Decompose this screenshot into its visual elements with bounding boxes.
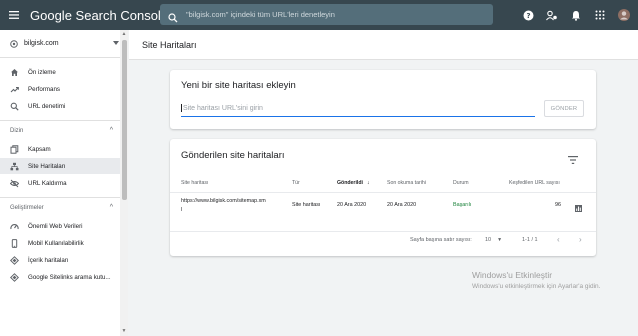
- column-header-status[interactable]: Durum: [453, 180, 469, 186]
- notifications-icon[interactable]: [570, 9, 582, 21]
- sitemap-url-cell: https://www.bilgisk.com/sitemap.xm: [181, 198, 266, 204]
- watermark-line2: Windows'u etkinleştirmek için Ayarlar'a …: [472, 283, 601, 290]
- sidebar-item-label: Mobil Kullanılabilirlik: [28, 239, 84, 247]
- bar-chart-icon[interactable]: [575, 205, 582, 212]
- column-header-submitted[interactable]: Gönderildi ↓: [337, 180, 370, 186]
- search-box[interactable]: "bilgisk.com" içindeki tüm URL'leri dene…: [160, 4, 493, 25]
- property-selector[interactable]: bilgisk.com: [0, 30, 127, 58]
- next-page-icon[interactable]: ›: [579, 235, 582, 244]
- add-sitemap-card: Yeni bir site haritası ekleyin Site hari…: [170, 70, 596, 129]
- sidebar-item-removals[interactable]: URL Kaldırma: [0, 175, 127, 191]
- hamburger-menu-icon[interactable]: [0, 0, 28, 30]
- section-index[interactable]: Dizin ^: [0, 120, 127, 140]
- sidebar-item-label: İçerik haritaları: [28, 256, 69, 264]
- column-header-submitted-label: Gönderildi: [337, 180, 363, 186]
- pagination-range: 1-1 / 1: [522, 237, 538, 243]
- apps-grid-icon[interactable]: [594, 9, 606, 21]
- app-title[interactable]: Google Search Console: [30, 8, 168, 23]
- submitted-sitemaps-card: Gönderilen site haritaları Site haritası…: [170, 139, 596, 256]
- sitemap-icon: [10, 162, 19, 171]
- section-label: Dizin: [10, 127, 24, 134]
- layers-icon: [10, 255, 19, 265]
- top-app-bar: Google Search Console "bilgisk.com" için…: [0, 0, 638, 30]
- text-cursor: [181, 104, 182, 112]
- column-header-last-read[interactable]: Son okuma tarihi: [387, 180, 426, 186]
- sidebar-item-mobile-usability[interactable]: Mobil Kullanılabilirlik: [0, 235, 127, 251]
- sidebar-item-label: URL denetimi: [28, 102, 66, 110]
- phone-icon: [10, 238, 19, 248]
- copy-icon: [10, 144, 19, 154]
- scroll-down-arrow-icon[interactable]: ▼: [121, 328, 127, 334]
- submitted-cell: 20 Ara 2020: [337, 202, 367, 208]
- previous-page-icon[interactable]: ‹: [557, 235, 560, 244]
- sitemap-url-cell-wrap: l: [181, 207, 183, 213]
- globe-icon: [10, 39, 18, 48]
- table-pagination: Sayfa başına satır sayısı: 10 ▼ 1-1 / 1 ‹…: [170, 231, 596, 247]
- rows-per-page-label: Sayfa başına satır sayısı:: [410, 237, 472, 243]
- table-row[interactable]: https://www.bilgisk.com/sitemap.xm l Sit…: [170, 192, 596, 220]
- account-avatar[interactable]: [618, 9, 630, 21]
- sidebar-item-label: Site Haritaları: [28, 162, 66, 170]
- filter-icon[interactable]: [568, 151, 578, 164]
- sidebar-item-core-web-vitals[interactable]: Önemli Web Verileri: [0, 218, 127, 234]
- sidebar-item-performance[interactable]: Performans: [0, 81, 127, 97]
- sitemap-url-input[interactable]: Site haritası URL'sini girin: [181, 102, 535, 117]
- home-icon: [10, 68, 19, 77]
- sidebar-item-breadcrumbs[interactable]: İçerik haritaları: [0, 252, 127, 268]
- column-header-sitemap[interactable]: Site haritası: [181, 180, 208, 186]
- submitted-sitemaps-title: Gönderilen site haritaları: [181, 150, 285, 161]
- search-icon: [10, 102, 19, 111]
- type-cell: Site haritası: [292, 202, 321, 208]
- help-icon[interactable]: ?: [522, 9, 534, 21]
- rows-per-page-select[interactable]: 10 ▼: [485, 237, 502, 243]
- submit-button[interactable]: GÖNDER: [544, 100, 584, 117]
- sidebar-item-label: Ön izleme: [28, 68, 56, 76]
- section-enhancements[interactable]: Geliştirmeler ^: [0, 197, 127, 217]
- add-sitemap-title: Yeni bir site haritası ekleyin: [181, 80, 296, 91]
- page-title: Site Haritaları: [129, 30, 638, 60]
- trending-icon: [10, 85, 19, 94]
- section-label: Geliştirmeler: [10, 204, 44, 211]
- sidebar: bilgisk.com Ön izleme Performans URL den…: [0, 30, 128, 336]
- windows-activation-watermark: Windows'u Etkinleştir Windows'u etkinleş…: [472, 270, 600, 290]
- chevron-up-icon: ^: [109, 127, 113, 134]
- sidebar-item-url-inspection[interactable]: URL denetimi: [0, 98, 127, 114]
- sidebar-item-sitemaps[interactable]: Site Haritaları: [0, 158, 127, 174]
- sitemap-url-placeholder: Site haritası URL'sini girin: [183, 104, 263, 112]
- search-input[interactable]: "bilgisk.com" içindeki tüm URL'leri dene…: [186, 10, 335, 19]
- status-cell: Başarılı: [453, 202, 472, 208]
- column-header-type[interactable]: Tür: [292, 180, 300, 186]
- arrow-down-icon: ↓: [366, 180, 370, 186]
- sidebar-item-label: URL Kaldırma: [28, 179, 67, 187]
- sidebar-item-label: Google Sitelinks arama kutu...: [28, 273, 111, 281]
- table-header: Site haritası Tür Gönderildi ↓ Son okuma …: [170, 178, 596, 191]
- sidebar-scrollbar-thumb[interactable]: [122, 40, 127, 200]
- svg-text:?: ?: [526, 12, 530, 20]
- search-icon: [168, 10, 178, 22]
- app-title-google: Google: [30, 7, 72, 23]
- column-header-discovered-urls[interactable]: Keşfedilen URL sayısı: [509, 180, 560, 186]
- last-read-cell: 20 Ara 2020: [387, 202, 417, 208]
- gauge-icon: [10, 222, 19, 231]
- discovered-urls-cell: 96: [555, 202, 561, 208]
- dropdown-arrow-icon: ▼: [497, 237, 503, 243]
- property-name: bilgisk.com: [24, 40, 59, 47]
- sidebar-item-sitelinks-searchbox[interactable]: Google Sitelinks arama kutu...: [0, 269, 127, 285]
- manage-users-icon[interactable]: [546, 9, 558, 21]
- eye-off-icon: [10, 179, 19, 188]
- chevron-up-icon: ^: [109, 204, 113, 211]
- sidebar-item-label: Önemli Web Verileri: [28, 222, 83, 230]
- sidebar-item-coverage[interactable]: Kapsam: [0, 141, 127, 157]
- app-title-product: Search Console: [75, 7, 169, 23]
- sidebar-item-label: Performans: [28, 85, 60, 93]
- chevron-down-icon: [113, 41, 119, 45]
- sidebar-item-overview[interactable]: Ön izleme: [0, 64, 127, 80]
- sidebar-item-label: Kapsam: [28, 145, 51, 153]
- rows-per-page-value: 10: [485, 237, 492, 243]
- scroll-up-arrow-icon[interactable]: ▲: [121, 31, 127, 37]
- layers-icon: [10, 272, 19, 282]
- watermark-line1: Windows'u Etkinleştir: [472, 270, 553, 280]
